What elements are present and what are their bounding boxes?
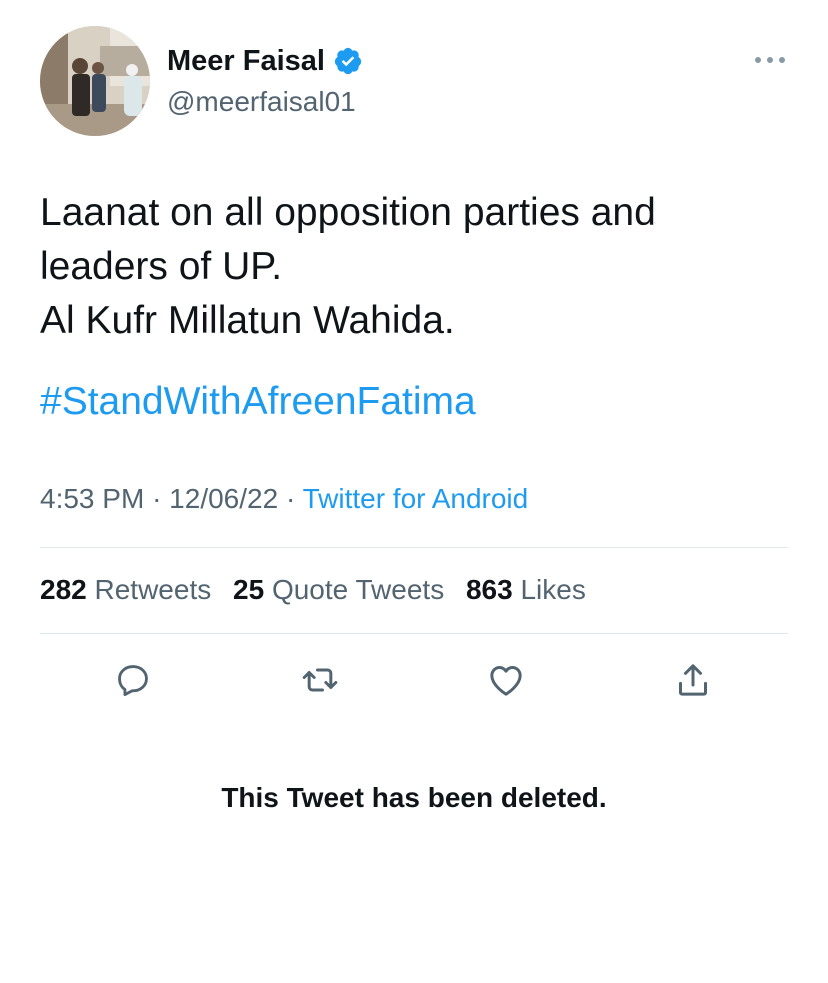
- tweet-text-line: leaders of UP.: [40, 245, 283, 288]
- avatar[interactable]: [40, 26, 150, 136]
- likes-count: 863: [465, 574, 513, 605]
- more-options-icon[interactable]: [750, 50, 790, 70]
- tweet-text: Laanat on all opposition parties and lea…: [40, 186, 790, 348]
- author-name-row[interactable]: Meer Faisal: [167, 43, 363, 79]
- author-handle[interactable]: @meerfaisal01: [167, 84, 356, 120]
- quote-tweets-label: Quote Tweets: [271, 574, 445, 605]
- reply-icon: [118, 665, 148, 696]
- deleted-notice: This Tweet has been deleted.: [221, 782, 607, 813]
- like-icon: [490, 666, 522, 696]
- divider: [40, 547, 788, 548]
- likes-stat[interactable]: 863 Likes: [466, 574, 586, 605]
- retweets-label: Retweets: [94, 574, 212, 605]
- retweets-count: 282: [40, 574, 87, 605]
- quote-tweets-stat[interactable]: 25 Quote Tweets: [233, 574, 444, 605]
- verified-badge-icon: [334, 47, 362, 75]
- share-button[interactable]: [671, 658, 715, 702]
- meta-separator: ·: [152, 483, 162, 514]
- tweet-meta: 4:53 PM · 12/06/22 · Twitter for Android: [40, 481, 528, 517]
- retweet-icon: [302, 668, 338, 692]
- quote-tweets-count: 25: [233, 574, 265, 605]
- hashtag-link[interactable]: #StandWithAfreenFatima: [40, 375, 476, 429]
- tweet-time[interactable]: 4:53 PM: [40, 483, 144, 514]
- share-icon: [679, 664, 707, 696]
- tweet-text-line: Laanat on all opposition parties and: [40, 191, 656, 234]
- meta-separator: ·: [285, 483, 296, 514]
- display-name[interactable]: Meer Faisal: [167, 43, 325, 79]
- tweet-source-link[interactable]: Twitter for Android: [303, 483, 529, 514]
- divider: [40, 633, 788, 634]
- tweet-date[interactable]: 12/06/22: [169, 483, 278, 514]
- engagement-stats: 282 Retweets 25 Quote Tweets 863 Likes: [40, 572, 600, 608]
- like-button[interactable]: [484, 658, 528, 702]
- avatar-photo: [40, 26, 150, 136]
- tweet-text-line: Al Kufr Millatun Wahida.: [40, 299, 455, 342]
- likes-label: Likes: [520, 574, 586, 605]
- retweet-button[interactable]: [298, 658, 342, 702]
- reply-button[interactable]: [111, 658, 155, 702]
- retweets-stat[interactable]: 282 Retweets: [40, 574, 211, 605]
